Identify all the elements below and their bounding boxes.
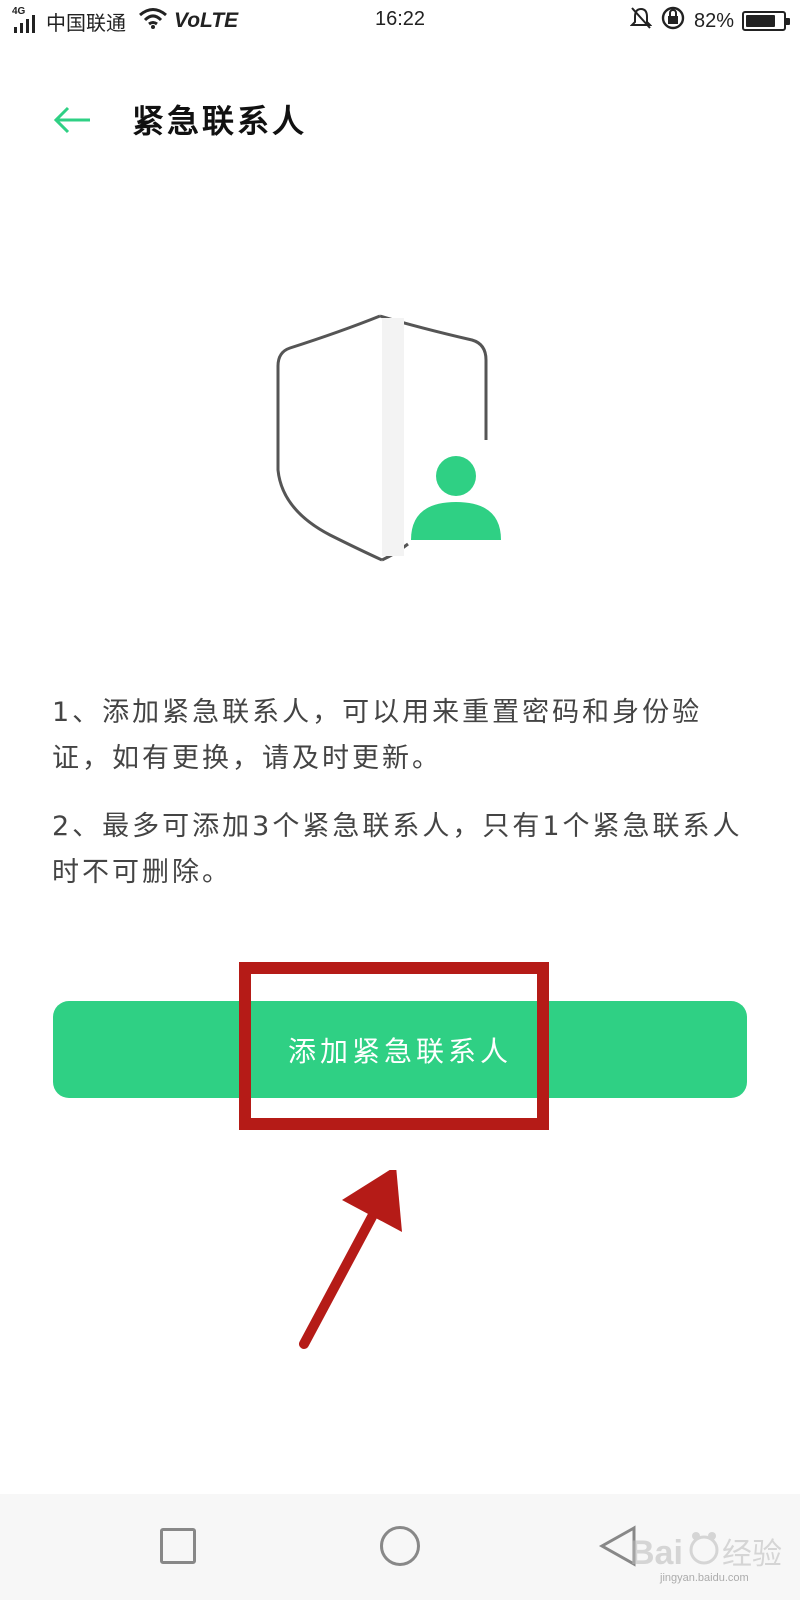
back-button[interactable] [46, 94, 98, 146]
info-text: 1、添加紧急联系人，可以用来重置密码和身份验证，如有更换，请及时更新。 2、最多… [52, 690, 752, 896]
watermark-url: jingyan.baidu.com [660, 1572, 749, 1584]
battery-fill [746, 15, 775, 27]
annotation-arrow-icon [299, 1170, 402, 1349]
back-arrow-icon [53, 106, 90, 134]
battery-icon [742, 11, 790, 31]
svg-text:经验: 经验 [722, 1537, 782, 1572]
page-header: 紧急联系人 [0, 80, 800, 160]
svg-text:Bai: Bai [630, 1534, 683, 1572]
info-item-1: 1、添加紧急联系人，可以用来重置密码和身份验证，如有更换，请及时更新。 [52, 697, 703, 774]
person-icon [411, 456, 501, 540]
mute-icon [629, 6, 653, 36]
nav-home-button[interactable] [380, 1526, 420, 1566]
shield-icon [276, 314, 501, 562]
rotation-lock-icon [660, 5, 686, 37]
status-bar: 4G 中国联通 VoLTE 16:22 82% [0, 0, 800, 40]
nav-square-button[interactable] [160, 1528, 196, 1564]
info-item-2: 2、最多可添加3个紧急联系人，只有1个紧急联系人时不可删除。 [52, 811, 743, 888]
status-right: 82% [629, 5, 790, 37]
shield-contact-illustration [270, 310, 520, 570]
battery-percent: 82% [693, 9, 734, 32]
page-title: 紧急联系人 [132, 102, 308, 140]
add-emergency-contact-button[interactable]: 添加紧急联系人 [53, 1001, 747, 1098]
